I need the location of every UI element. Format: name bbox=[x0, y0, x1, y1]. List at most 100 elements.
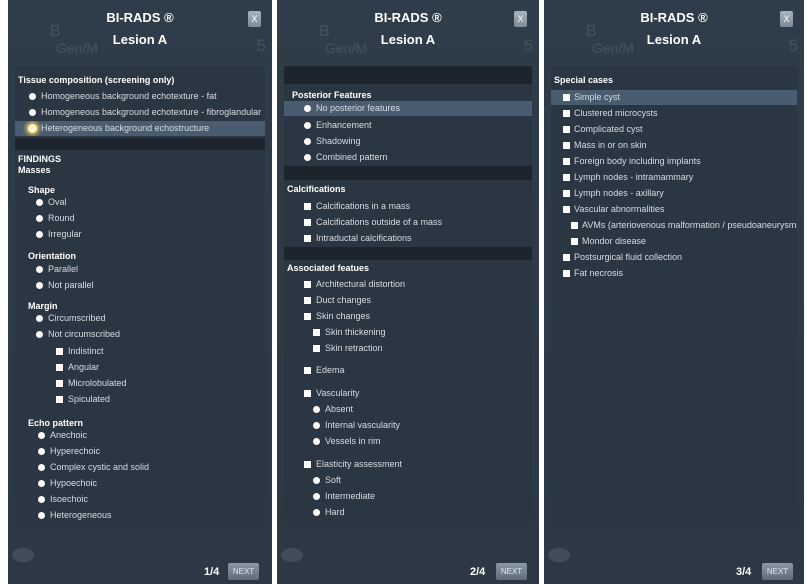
checkbox-avms[interactable]: AVMs (arteriovenous malformation / pseud… bbox=[551, 218, 797, 233]
section-heading-calcifications: Calcifications bbox=[287, 184, 346, 194]
radio-posterior-enhancement[interactable]: Enhancement bbox=[284, 118, 532, 133]
radio-tissue-fat[interactable]: Homogeneous background echotexture - fat bbox=[15, 89, 265, 104]
close-button[interactable]: X bbox=[780, 11, 793, 27]
checkbox-margin-angular[interactable]: Angular bbox=[15, 360, 265, 375]
checkbox-vascularity[interactable]: Vascularity bbox=[284, 386, 532, 401]
checkbox-icon bbox=[304, 235, 311, 242]
radio-elasticity-hard[interactable]: Hard bbox=[284, 505, 532, 520]
checkbox-lymph-axillary[interactable]: Lymph nodes - axillary bbox=[551, 186, 797, 201]
checkbox-icon bbox=[304, 461, 311, 468]
checkbox-calc-in-mass[interactable]: Calcifications in a mass bbox=[284, 199, 532, 214]
radio-dot-icon bbox=[36, 231, 43, 238]
checkbox-simple-cyst[interactable]: Simple cyst bbox=[551, 90, 797, 105]
radio-echo-hyperechoic[interactable]: Hyperechoic bbox=[15, 444, 265, 459]
checkbox-margin-microlobulated[interactable]: Microlobulated bbox=[15, 376, 265, 391]
radio-shape-round[interactable]: Round bbox=[15, 211, 265, 226]
radio-elasticity-soft[interactable]: Soft bbox=[284, 473, 532, 488]
radio-vascularity-rim[interactable]: Vessels in rim bbox=[284, 434, 532, 449]
section-divider bbox=[284, 66, 532, 84]
checkbox-icon bbox=[304, 203, 311, 210]
next-button[interactable]: NEXT bbox=[496, 563, 527, 580]
radio-echo-hypoechoic[interactable]: Hypoechoic bbox=[15, 476, 265, 491]
radio-dot-icon bbox=[38, 480, 45, 487]
checkbox-icon bbox=[571, 238, 578, 245]
radio-dot-icon bbox=[304, 154, 311, 161]
radio-dot-icon bbox=[36, 331, 43, 338]
radio-elasticity-intermediate[interactable]: Intermediate bbox=[284, 489, 532, 504]
radio-dot-icon bbox=[38, 512, 45, 519]
subsection-heading-orientation: Orientation bbox=[28, 251, 77, 261]
birads-panel-page-2: B Gen/M 5 BI-RADS ® Lesion A X Posterior… bbox=[277, 0, 539, 584]
radio-vascularity-internal[interactable]: Internal vascularity bbox=[284, 418, 532, 433]
radio-posterior-shadowing[interactable]: Shadowing bbox=[284, 134, 532, 149]
radio-shape-irregular[interactable]: Irregular bbox=[15, 227, 265, 242]
next-button[interactable]: NEXT bbox=[762, 563, 793, 580]
close-button[interactable]: X bbox=[248, 11, 261, 27]
radio-tissue-fibroglandular[interactable]: Homogeneous background echotexture - fib… bbox=[15, 105, 265, 120]
section-heading-special-cases: Special cases bbox=[554, 75, 614, 85]
section-heading-findings: FINDINGS bbox=[18, 154, 62, 164]
checkbox-skin-changes[interactable]: Skin changes bbox=[284, 309, 532, 324]
radio-orientation-not-parallel[interactable]: Not parallel bbox=[15, 278, 265, 293]
radio-orientation-parallel[interactable]: Parallel bbox=[15, 262, 265, 277]
radio-dot-icon bbox=[38, 448, 45, 455]
radio-posterior-combined[interactable]: Combined pattern bbox=[284, 150, 532, 165]
radio-dot-icon bbox=[304, 138, 311, 145]
radio-shape-oval[interactable]: Oval bbox=[15, 195, 265, 210]
checkbox-skin-thickening[interactable]: Skin thickening bbox=[284, 325, 532, 340]
checkbox-foreign-body[interactable]: Foreign body including implants bbox=[551, 154, 797, 169]
radio-echo-anechoic[interactable]: Anechoic bbox=[15, 428, 265, 443]
options-list: Tissue composition (screening only) Homo… bbox=[15, 66, 265, 526]
radio-margin-circumscribed[interactable]: Circumscribed bbox=[15, 311, 265, 326]
checkbox-calc-intraductal[interactable]: Intraductal calcifications bbox=[284, 231, 532, 246]
checkbox-edema[interactable]: Edema bbox=[284, 363, 532, 378]
radio-dot-icon bbox=[304, 122, 311, 129]
radio-echo-heterogeneous[interactable]: Heterogeneous bbox=[15, 508, 265, 523]
checkbox-duct-changes[interactable]: Duct changes bbox=[284, 293, 532, 308]
radio-dot-icon bbox=[36, 282, 43, 289]
background-shape bbox=[548, 548, 570, 562]
radio-vascularity-absent[interactable]: Absent bbox=[284, 402, 532, 417]
radio-dot-icon bbox=[304, 105, 311, 112]
checkbox-mondor-disease[interactable]: Mondor disease bbox=[551, 234, 797, 249]
radio-echo-isoechoic[interactable]: Isoechoic bbox=[15, 492, 265, 507]
checkbox-icon bbox=[563, 190, 570, 197]
radio-dot-icon bbox=[313, 438, 320, 445]
section-heading-tissue: Tissue composition (screening only) bbox=[18, 75, 175, 85]
checkbox-margin-spiculated[interactable]: Spiculated bbox=[15, 392, 265, 407]
checkbox-vascular-abnormalities[interactable]: Vascular abnormalities bbox=[551, 202, 797, 217]
checkbox-icon bbox=[563, 94, 570, 101]
page-indicator: 3/4 bbox=[736, 566, 752, 578]
checkbox-icon bbox=[563, 270, 570, 277]
checkbox-lymph-intramammary[interactable]: Lymph nodes - intramammary bbox=[551, 170, 797, 185]
checkbox-mass-in-skin[interactable]: Mass in or on skin bbox=[551, 138, 797, 153]
checkbox-calc-outside-mass[interactable]: Calcifications outside of a mass bbox=[284, 215, 532, 230]
background-shape bbox=[281, 548, 303, 562]
checkbox-elasticity[interactable]: Elasticity assessment bbox=[284, 457, 532, 472]
radio-dot-icon bbox=[38, 496, 45, 503]
radio-posterior-none[interactable]: No posterior features bbox=[284, 101, 532, 116]
checkbox-icon bbox=[571, 222, 578, 229]
background-shape bbox=[12, 548, 34, 562]
checkbox-complicated-cyst[interactable]: Complicated cyst bbox=[551, 122, 797, 137]
checkbox-postsurgical-fluid[interactable]: Postsurgical fluid collection bbox=[551, 250, 797, 265]
page-indicator: 1/4 bbox=[204, 566, 220, 578]
checkbox-clustered-microcysts[interactable]: Clustered microcysts bbox=[551, 106, 797, 121]
radio-dot-icon bbox=[38, 464, 45, 471]
checkbox-fat-necrosis[interactable]: Fat necrosis bbox=[551, 266, 797, 281]
checkbox-icon bbox=[304, 281, 311, 288]
checkbox-icon bbox=[563, 206, 570, 213]
checkbox-architectural-distortion[interactable]: Architectural distortion bbox=[284, 277, 532, 292]
radio-dot-icon bbox=[313, 406, 320, 413]
radio-dot-icon bbox=[38, 432, 45, 439]
checkbox-icon bbox=[563, 110, 570, 117]
next-button[interactable]: NEXT bbox=[228, 563, 259, 580]
radio-tissue-heterogeneous[interactable]: Heterogeneous background echostructure bbox=[15, 121, 265, 136]
radio-margin-not-circumscribed[interactable]: Not circumscribed bbox=[15, 327, 265, 342]
section-divider bbox=[15, 138, 265, 150]
checkbox-skin-retraction[interactable]: Skin retraction bbox=[284, 341, 532, 356]
radio-echo-complex-cystic-solid[interactable]: Complex cystic and solid bbox=[15, 460, 265, 475]
close-button[interactable]: X bbox=[514, 11, 527, 27]
birads-panel-page-1: B Gen/M 5 BI-RADS ® Lesion A X Tissue co… bbox=[8, 0, 272, 584]
checkbox-margin-indistinct[interactable]: Indistinct bbox=[15, 344, 265, 359]
